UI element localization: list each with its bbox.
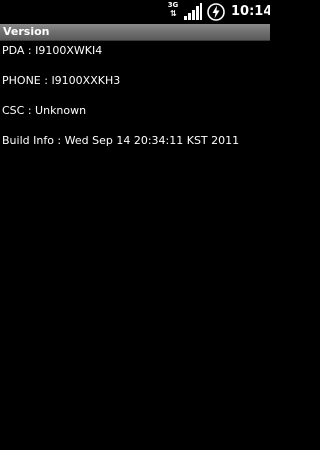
title-bar: Version <box>0 24 270 41</box>
battery-charging-icon <box>207 3 225 25</box>
csc-version-text: CSC : Unknown <box>2 104 87 117</box>
network-type-indicator: 3G ⇅ <box>167 1 179 22</box>
signal-strength-icon <box>184 3 202 24</box>
status-bar: 3G ⇅ 10:14 <box>0 0 270 24</box>
phone-version-text: PHONE : I9100XXKH3 <box>2 74 121 87</box>
network-type-label: 3G <box>167 1 179 9</box>
status-clock: 10:14 <box>231 4 270 19</box>
pda-version-text: PDA : I9100XWKI4 <box>2 44 103 57</box>
phone-screen: 3G ⇅ 10:14 Version PDA : I9100XWKI4 PHON… <box>0 0 270 450</box>
build-info-text: Build Info : Wed Sep 14 20:34:11 KST 201… <box>2 134 240 147</box>
page-title: Version <box>3 25 50 38</box>
data-activity-icon: ⇅ <box>170 9 177 18</box>
